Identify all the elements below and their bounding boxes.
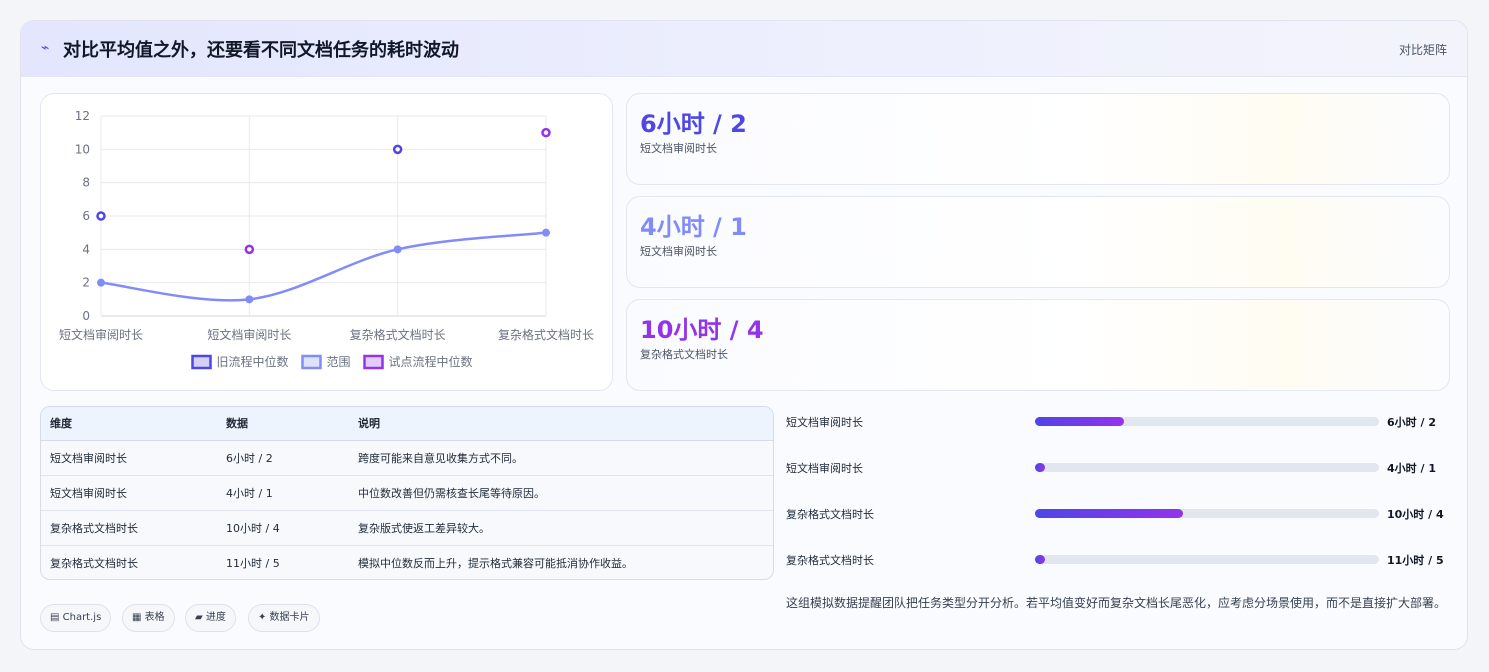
table-row: 复杂格式文档时长 11小时 / 5 模拟中位数反而上升，提示格式兼容可能抵消协作…: [41, 545, 773, 579]
y-tick-label: 6: [82, 209, 90, 223]
legend-swatch: [191, 354, 212, 370]
x-tick-label: 短文档审阅时长: [207, 327, 291, 342]
stat-label: 复杂格式文档时长: [640, 348, 728, 361]
data-table: 维度 数据 说明 短文档审阅时长 6小时 / 2 跨度可能来自意见收集方式不同。…: [40, 406, 774, 580]
stat-value: 4小时 / 1: [640, 213, 747, 241]
stat-card: 10小时 / 4 复杂格式文档时长: [626, 299, 1450, 391]
progress-label: 短文档审阅时长: [786, 416, 863, 429]
x-tick-label: 复杂格式文档时长: [350, 327, 446, 342]
legend-label: 范围: [327, 355, 351, 369]
table-cell: 10小时 / 4: [226, 521, 280, 535]
progress-fill: [1035, 555, 1046, 564]
table-cell: 11小时 / 5: [226, 556, 280, 570]
table-header-row: 维度 数据 说明: [41, 407, 773, 441]
dashboard-card: ⌁ 对比平均值之外，还要看不同文档任务的耗时波动 对比矩阵 0 2 4 6 8 10 12 短…: [20, 20, 1468, 650]
y-tick-label: 2: [82, 276, 90, 290]
progress-track: [1035, 509, 1379, 518]
table-cell: 短文档审阅时长: [50, 486, 127, 500]
range-point: [245, 295, 254, 304]
chip-data-card[interactable]: ✦ 数据卡片: [248, 604, 320, 632]
y-tick-label: 8: [82, 176, 90, 190]
table-cell: 4小时 / 1: [226, 486, 273, 500]
chip-table[interactable]: ▦ 表格: [122, 604, 175, 632]
chip-progress[interactable]: ▰ 进度: [185, 604, 236, 632]
median-point: [541, 127, 551, 138]
progress-fill: [1035, 417, 1125, 426]
y-tick-label: 10: [75, 142, 90, 156]
table-cell: 中位数改善但仍需核查长尾等待原因。: [358, 486, 545, 500]
stat-value: 10小时 / 4: [640, 316, 764, 344]
progress-label: 复杂格式文档时长: [786, 508, 874, 521]
progress-label: 复杂格式文档时长: [786, 554, 874, 567]
table-cell: 复杂版式使返工差异较大。: [358, 521, 490, 535]
median-point: [244, 244, 255, 255]
median-point: [392, 144, 403, 155]
column-header: 数据: [217, 407, 349, 441]
progress-label: 短文档审阅时长: [786, 462, 863, 475]
progress-value: 10小时 / 4: [1387, 508, 1444, 521]
progress-value: 6小时 / 2: [1387, 416, 1436, 429]
progress-row: 复杂格式文档时长 10小时 / 4: [786, 503, 1451, 523]
progress-track: [1035, 463, 1379, 472]
progress-row: 短文档审阅时长 6小时 / 2: [786, 411, 1451, 431]
progress-fill: [1035, 463, 1046, 472]
x-tick-label: 复杂格式文档时长: [498, 327, 594, 342]
range-point: [393, 245, 402, 254]
trend-icon: ⌁: [41, 40, 50, 56]
table-cell: 模拟中位数反而上升，提示格式兼容可能抵消协作收益。: [358, 556, 633, 570]
legend-label: 试点流程中位数: [389, 354, 473, 369]
median-point: [96, 211, 106, 221]
y-tick-label: 4: [82, 242, 90, 256]
legend-label: 旧流程中位数: [217, 354, 289, 369]
chart-panel: 0 2 4 6 8 10 12 短文档审阅时长 短文档审阅时长 复杂格式文档时长 复杂格式文档时长旧…: [40, 93, 613, 391]
legend-swatch: [363, 354, 384, 370]
legend-swatch: [301, 354, 322, 370]
y-tick-label: 12: [75, 109, 90, 123]
stat-label: 短文档审阅时长: [640, 245, 717, 258]
table-cell: 复杂格式文档时长: [50, 556, 138, 570]
table-row: 短文档审阅时长 4小时 / 1 中位数改善但仍需核查长尾等待原因。: [41, 475, 773, 510]
table-cell: 复杂格式文档时长: [50, 521, 138, 535]
chip-chartjs[interactable]: ▤ Chart.js: [40, 604, 112, 632]
header-tag: 对比矩阵: [1398, 43, 1447, 57]
progress-value: 4小时 / 1: [1387, 462, 1436, 475]
card-header: ⌁ 对比平均值之外，还要看不同文档任务的耗时波动 对比矩阵: [21, 21, 1467, 77]
stat-label: 短文档审阅时长: [640, 142, 717, 155]
range-line: [100, 231, 547, 302]
progress-value: 11小时 / 5: [1387, 554, 1444, 567]
table-row: 短文档审阅时长 6小时 / 2 跨度可能来自意见收集方式不同。: [41, 440, 773, 475]
page-title: 对比平均值之外，还要看不同文档任务的耗时波动: [63, 40, 459, 61]
range-point: [542, 228, 550, 237]
progress-row: 短文档审阅时长 4小时 / 1: [786, 457, 1451, 477]
progress-track: [1035, 555, 1379, 564]
column-header: 说明: [349, 407, 773, 441]
table-cell: 跨度可能来自意见收集方式不同。: [358, 451, 523, 465]
x-tick-label: 短文档审阅时长: [59, 327, 143, 342]
progress-fill: [1035, 509, 1183, 518]
stat-value: 6小时 / 2: [640, 110, 747, 138]
progress-row: 复杂格式文档时长 11小时 / 5: [786, 549, 1451, 569]
line-chart: 0 2 4 6 8 10 12 短文档审阅时长 短文档审阅时长 复杂格式文档时长 复杂格式文档时长旧…: [59, 109, 594, 370]
stat-card: 6小时 / 2 短文档审阅时长: [626, 93, 1450, 185]
table-cell: 短文档审阅时长: [50, 451, 127, 465]
progress-track: [1035, 417, 1379, 426]
analysis-note: 这组模拟数据提醒团队把任务类型分开分析。若平均值变好而复杂文档长尾恶化，应考虑分…: [786, 596, 1447, 610]
table-row: 复杂格式文档时长 10小时 / 4 复杂版式使返工差异较大。: [41, 510, 773, 545]
y-tick-label: 0: [82, 309, 90, 323]
column-header: 维度: [41, 407, 217, 441]
table-cell: 6小时 / 2: [226, 451, 273, 465]
range-point: [97, 278, 105, 287]
stat-card: 4小时 / 1 短文档审阅时长: [626, 196, 1450, 288]
